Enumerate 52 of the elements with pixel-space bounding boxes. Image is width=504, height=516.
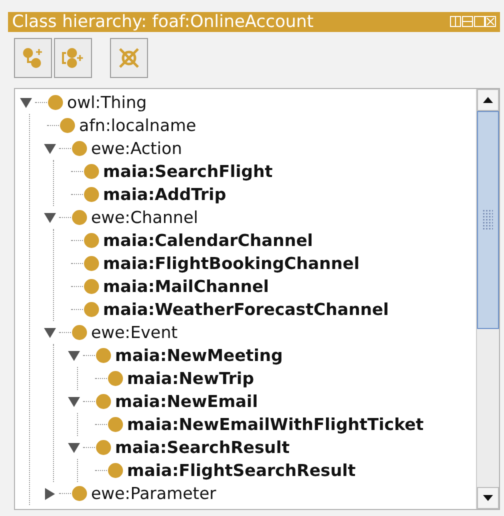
class-icon [84, 233, 99, 248]
class-label[interactable]: afn:localname [79, 116, 196, 135]
class-icon [72, 325, 87, 340]
add-sibling-icon [61, 46, 85, 70]
expand-caret-icon[interactable] [43, 326, 59, 340]
expand-caret-icon[interactable] [19, 96, 35, 110]
class-label[interactable]: ewe:Channel [91, 208, 198, 227]
class-icon [96, 440, 111, 455]
class-icon [84, 302, 99, 317]
delete-icon [117, 46, 141, 70]
class-icon [60, 118, 75, 133]
class-icon [96, 394, 111, 409]
scroll-down-icon[interactable] [483, 495, 493, 501]
class-icon [84, 256, 99, 271]
expand-caret-icon[interactable] [43, 142, 59, 156]
scroll-thumb[interactable] [477, 111, 499, 329]
class-label[interactable]: maia:SearchResult [115, 438, 290, 457]
class-label[interactable]: ewe:Parameter [91, 484, 216, 503]
expand-caret-icon[interactable] [67, 394, 83, 408]
class-icon [84, 279, 99, 294]
scrollbar[interactable] [476, 89, 499, 509]
panel-title: Class hierarchy: foaf:OnlineAccount [12, 12, 314, 32]
class-label[interactable]: maia:AddTrip [103, 185, 226, 204]
expand-caret-icon[interactable] [67, 348, 83, 362]
class-icon [48, 95, 63, 110]
class-icon [84, 164, 99, 179]
class-label[interactable]: maia:FlightSearchResult [127, 461, 356, 480]
class-icon [108, 463, 123, 478]
class-icon [72, 141, 87, 156]
add-subclass-icon [21, 46, 45, 70]
class-icon [72, 486, 87, 501]
class-label[interactable]: maia:NewTrip [127, 369, 254, 388]
class-label[interactable]: owl:Thing [67, 93, 147, 112]
class-icon [84, 187, 99, 202]
class-icon [96, 348, 111, 363]
class-label[interactable]: maia:FlightBookingChannel [103, 254, 360, 273]
class-label[interactable]: maia:SearchFlight [103, 162, 273, 181]
class-icon [108, 417, 123, 432]
class-label[interactable]: maia:MailChannel [103, 277, 269, 296]
expand-caret-icon[interactable] [67, 440, 83, 454]
class-label[interactable]: maia:NewMeeting [115, 346, 283, 365]
scroll-up-icon[interactable] [483, 97, 493, 103]
class-label[interactable]: maia:NewEmailWithFlightTicket [127, 415, 424, 434]
class-label[interactable]: ewe:Action [91, 139, 182, 158]
class-label[interactable]: maia:WeatherForecastChannel [103, 300, 389, 319]
class-icon [72, 210, 87, 225]
class-label[interactable]: maia:CalendarChannel [103, 231, 313, 250]
class-icon [108, 371, 123, 386]
grip-icon [483, 210, 493, 230]
class-label[interactable]: maia:NewEmail [115, 392, 258, 411]
class-label[interactable]: ewe:Event [91, 323, 178, 342]
expand-caret-icon[interactable] [43, 210, 59, 224]
